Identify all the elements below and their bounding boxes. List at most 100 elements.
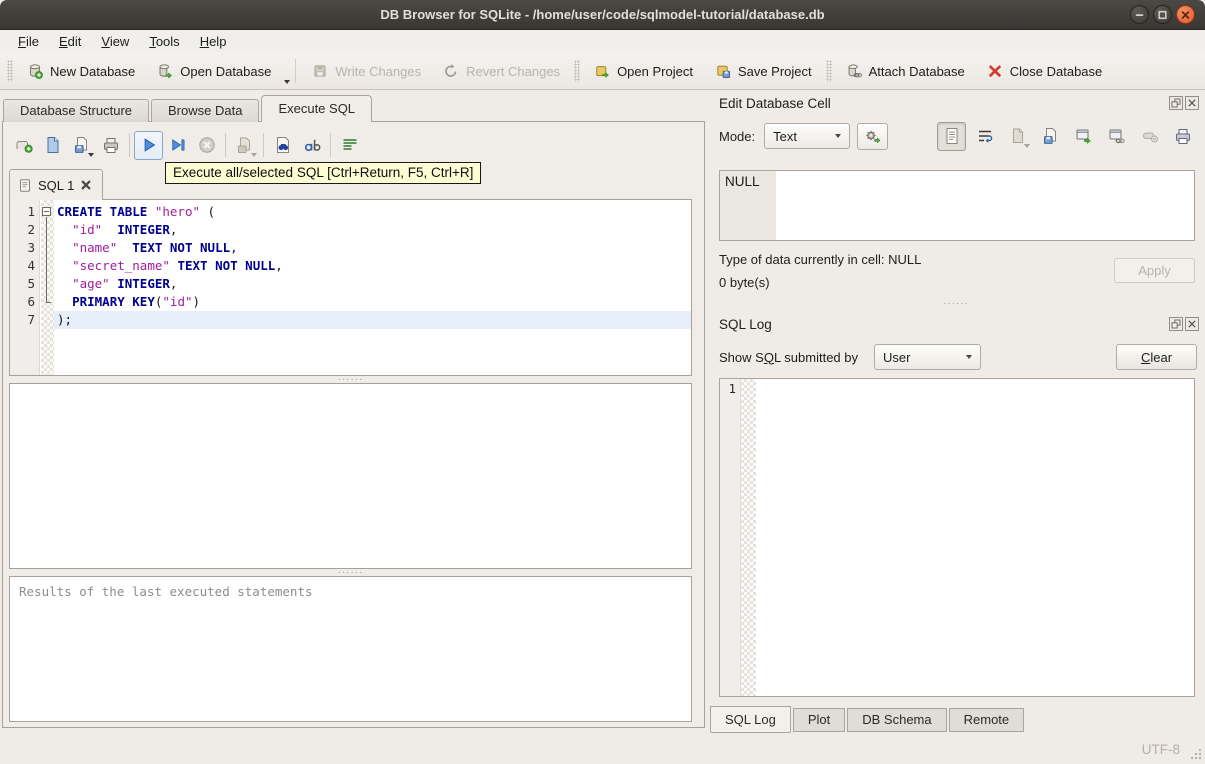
new-database-button[interactable]: New Database bbox=[16, 57, 146, 86]
menu-file[interactable]: File bbox=[8, 32, 49, 51]
open-database-dropdown-arrow[interactable] bbox=[284, 80, 291, 84]
cell-editor-toolbar-row: Mode: Text bbox=[719, 120, 1197, 152]
line-number: 6 bbox=[27, 294, 35, 309]
save-project-button[interactable]: Save Project bbox=[704, 57, 823, 86]
tab-database-structure[interactable]: Database Structure bbox=[3, 99, 150, 122]
save-sql-file-button[interactable] bbox=[67, 131, 96, 160]
float-panel-icon bbox=[1171, 98, 1181, 108]
print-cell-button[interactable] bbox=[1168, 122, 1197, 151]
close-button[interactable] bbox=[1176, 5, 1195, 24]
close-database-button[interactable]: Close Database bbox=[976, 57, 1114, 86]
fold-marker-icon[interactable] bbox=[40, 203, 54, 221]
align-lines-button[interactable] bbox=[335, 131, 364, 160]
code-token: ); bbox=[57, 312, 73, 327]
find-replace-button[interactable] bbox=[268, 131, 297, 160]
tab-execute-sql[interactable]: Execute SQL bbox=[261, 95, 373, 122]
cell-size-info: 0 byte(s) bbox=[719, 275, 770, 290]
close-panel-button[interactable] bbox=[1185, 96, 1199, 110]
menu-tools[interactable]: Tools bbox=[139, 32, 189, 51]
maximize-button[interactable] bbox=[1153, 5, 1172, 24]
dock-tab-sql-log[interactable]: SQL Log bbox=[710, 706, 791, 733]
new-sql-tab-icon bbox=[16, 141, 33, 153]
toolbar-separator bbox=[129, 133, 130, 157]
dock-tab-db-schema[interactable]: DB Schema bbox=[847, 708, 947, 732]
save-as-button[interactable] bbox=[1036, 122, 1065, 151]
code-line[interactable]: "name" TEXT NOT NULL, bbox=[54, 239, 691, 257]
text-mode-button[interactable] bbox=[937, 121, 966, 151]
word-wrap-button[interactable] bbox=[970, 122, 999, 151]
toolbar-drag-handle[interactable] bbox=[825, 60, 832, 82]
copy-link-button[interactable] bbox=[1102, 122, 1131, 151]
close-tab-icon[interactable] bbox=[80, 179, 92, 191]
toolbar-drag-handle[interactable] bbox=[574, 60, 581, 82]
code-line[interactable]: PRIMARY KEY("id") bbox=[54, 293, 691, 311]
auto-apply-gear-icon bbox=[866, 130, 881, 144]
resize-grip-icon[interactable] bbox=[1189, 747, 1201, 759]
open-external-button[interactable] bbox=[1069, 122, 1098, 151]
toolbar-drag-handle[interactable] bbox=[7, 60, 13, 82]
tab-browse-data[interactable]: Browse Data bbox=[151, 99, 260, 122]
cell-value-editor[interactable]: NULL bbox=[719, 170, 1195, 241]
menu-help[interactable]: Help bbox=[190, 32, 237, 51]
code-token: , bbox=[169, 276, 178, 291]
minimize-button[interactable] bbox=[1130, 5, 1149, 24]
dock-tab-plot[interactable]: Plot bbox=[792, 708, 846, 732]
code-line[interactable]: CREATE TABLE "hero" ( bbox=[54, 203, 691, 221]
execute-line-button[interactable] bbox=[163, 131, 192, 160]
code-token: ) bbox=[192, 294, 201, 309]
format-sql-button[interactable] bbox=[297, 131, 326, 160]
open-project-button[interactable]: Open Project bbox=[583, 57, 704, 86]
cell-editor-body[interactable] bbox=[776, 171, 1194, 240]
align-lines-icon bbox=[343, 139, 356, 150]
code-lines: 1 CREATE TABLE "hero" ( 2 "id" INTEGER, … bbox=[10, 203, 691, 329]
code-line[interactable]: "age" INTEGER, bbox=[54, 275, 691, 293]
encoding-indicator[interactable]: UTF-8 bbox=[1142, 742, 1180, 757]
new-sql-tab-button[interactable] bbox=[9, 131, 38, 160]
splitter-handle[interactable] bbox=[9, 569, 692, 576]
print-sql-button[interactable] bbox=[96, 131, 125, 160]
panel-title: Edit Database Cell bbox=[719, 95, 831, 111]
splitter-handle[interactable] bbox=[707, 300, 1205, 308]
titlebar[interactable]: DB Browser for SQLite - /home/user/code/… bbox=[0, 0, 1205, 30]
edit-cell-title-bar: Edit Database Cell bbox=[719, 94, 1199, 112]
open-database-button[interactable]: Open Database bbox=[146, 57, 282, 86]
results-message-pane[interactable]: Results of the last executed statements bbox=[9, 576, 692, 722]
menu-view[interactable]: View bbox=[91, 32, 139, 51]
code-line[interactable]: "id" INTEGER, bbox=[54, 221, 691, 239]
sql-tab[interactable]: SQL 1 bbox=[9, 169, 104, 200]
open-sql-file-button[interactable] bbox=[38, 131, 67, 160]
mode-select[interactable]: Text bbox=[764, 123, 851, 149]
dock-tab-remote[interactable]: Remote bbox=[948, 708, 1025, 732]
code-token: INTEGER bbox=[117, 276, 170, 291]
splitter-handle[interactable] bbox=[9, 376, 692, 383]
code-line[interactable]: ); bbox=[54, 311, 691, 329]
code-token: , bbox=[275, 258, 283, 273]
app-window: DB Browser for SQLite - /home/user/code/… bbox=[0, 0, 1205, 764]
code-token: "name" bbox=[72, 240, 118, 255]
execute-all-button[interactable] bbox=[134, 130, 163, 160]
menu-edit[interactable]: Edit bbox=[49, 32, 91, 51]
code-token: , bbox=[169, 222, 178, 237]
open-external-icon bbox=[1076, 129, 1091, 145]
sql-code-editor[interactable]: 1 CREATE TABLE "hero" ( 2 "id" INTEGER, … bbox=[9, 199, 692, 376]
code-line[interactable]: "secret_name" TEXT NOT NULL, bbox=[54, 257, 691, 275]
float-panel-button[interactable] bbox=[1169, 96, 1183, 110]
line-number: 2 bbox=[27, 222, 35, 237]
sql-log-view[interactable]: 1 bbox=[719, 378, 1195, 697]
close-panel-icon bbox=[1188, 320, 1196, 328]
auto-apply-button[interactable] bbox=[857, 122, 889, 150]
sql-log-filter-select[interactable]: User bbox=[874, 344, 981, 370]
float-panel-button[interactable] bbox=[1169, 317, 1183, 331]
log-line-number-gutter: 1 bbox=[720, 379, 741, 696]
close-panel-button[interactable] bbox=[1185, 317, 1199, 331]
clear-log-button[interactable]: Clear bbox=[1116, 344, 1197, 370]
sql-tab-label: SQL 1 bbox=[38, 177, 75, 193]
attach-database-button[interactable]: Attach Database bbox=[835, 57, 976, 86]
dropdown-arrow-icon bbox=[88, 152, 94, 157]
open-sql-file-icon bbox=[47, 137, 58, 153]
code-token: TEXT NOT NULL bbox=[177, 258, 276, 273]
panel-title: SQL Log bbox=[719, 316, 772, 332]
